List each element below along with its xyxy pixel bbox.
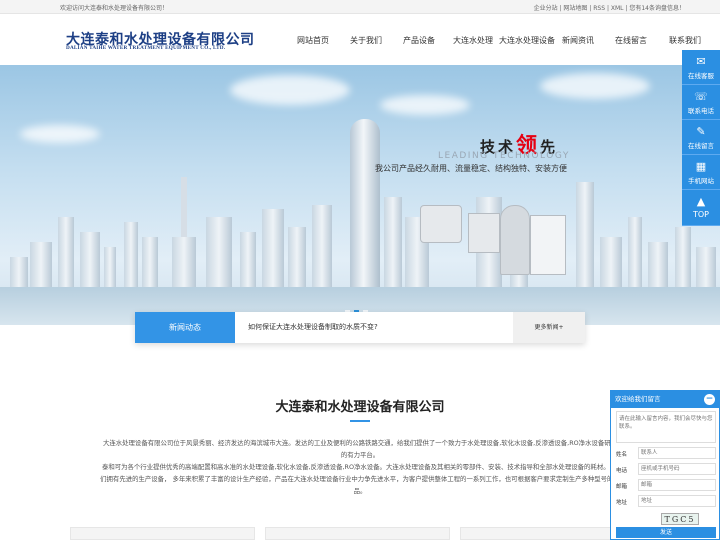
card[interactable] [265, 527, 450, 540]
equipment-pump [420, 205, 462, 243]
nav-news[interactable]: 新闻资讯 [562, 35, 594, 46]
site-header: 大连泰和水处理设备有限公司 DALIAN TAIHE WATER TREATME… [0, 14, 720, 65]
email-label: 邮箱 [616, 484, 628, 490]
building [240, 232, 256, 287]
send-button[interactable]: 发送 [616, 527, 716, 538]
building [288, 227, 306, 287]
news-headline[interactable]: 如何保证大连水处理设备制取的水质不变? [248, 322, 378, 332]
message-content-input[interactable] [616, 411, 716, 443]
building [600, 237, 622, 287]
building [312, 205, 332, 287]
back-to-top-button[interactable]: ▲ TOP [682, 190, 720, 226]
building [142, 237, 158, 287]
more-news-button[interactable]: 更多新闻+ [513, 312, 585, 343]
nav-about[interactable]: 关于我们 [350, 35, 382, 46]
equipment-ro-unit [530, 215, 566, 275]
building [696, 247, 716, 287]
building [576, 182, 594, 287]
nav-water-equipment[interactable]: 大连水处理设备 [499, 35, 555, 46]
building [80, 232, 100, 287]
chat-icon: ✉ [696, 55, 706, 68]
message-widget-title: 欢迎给我们留言 [615, 395, 661, 403]
cloud [380, 95, 470, 115]
mobile-site-button[interactable]: ▦ 手机网站 [682, 155, 720, 190]
top-bar: 欢迎访问大连泰和水处理设备有限公司！ 企业分站 | 网站地图 | RSS | X… [0, 0, 720, 14]
name-label: 姓名 [616, 452, 628, 458]
banner-slogan-english: LEADING TECHNOLOGY [438, 151, 570, 161]
nav-water-treatment[interactable]: 大连水处理 [453, 35, 493, 46]
name-row: 姓名 [616, 447, 716, 460]
building [30, 242, 52, 287]
hero-banner[interactable]: 技术领先 LEADING TECHNOLOGY 我公司产品经久耐用、流量稳定、结… [0, 65, 720, 325]
cloud [540, 73, 650, 99]
card[interactable] [70, 527, 255, 540]
building [172, 237, 196, 287]
nav-message[interactable]: 在线留言 [615, 35, 647, 46]
minimize-icon[interactable]: − [704, 394, 715, 405]
nav-products[interactable]: 产品设备 [403, 35, 435, 46]
online-service-button[interactable]: ✉ 在线客服 [682, 50, 720, 85]
message-widget-header: 欢迎给我们留言 − [611, 391, 719, 408]
phone-label: 电话 [616, 468, 628, 474]
message-button[interactable]: ✎ 在线留言 [682, 120, 720, 155]
cloud [230, 75, 350, 105]
news-label[interactable]: 新闻动态 [135, 312, 235, 343]
building [10, 257, 28, 287]
welcome-text: 欢迎访问大连泰和水处理设备有限公司！ [60, 5, 169, 12]
captcha-image[interactable]: TGC5 [661, 513, 699, 525]
equipment-tank [468, 213, 500, 253]
arrow-up-icon: ▲ [696, 195, 706, 208]
building [206, 217, 232, 287]
building [124, 222, 138, 287]
logo-english: DALIAN TAIHE WATER TREATMENT EQUIPMENT C… [66, 45, 226, 51]
intro-text: 大连水处理设备有限公司位于风景秀丽、经济发达的海滨城市大连。发达的工业及便利的公… [100, 437, 620, 497]
building [628, 217, 642, 287]
message-widget: 欢迎给我们留言 − 姓名 电话 邮箱 地址 TGC5 发送 [610, 390, 720, 540]
title-underline [350, 420, 370, 422]
comment-icon: ✎ [696, 125, 706, 138]
nav-contact[interactable]: 联系我们 [669, 35, 701, 46]
banner-tagline: 我公司产品经久耐用、流量稳定、结构独特、安装方便 [375, 164, 567, 173]
equipment-column [500, 205, 530, 275]
building [104, 247, 116, 287]
email-row: 邮箱 [616, 479, 716, 492]
phone-button[interactable]: ☏ 联系电话 [682, 85, 720, 120]
intro-paragraph-1: 大连水处理设备有限公司位于风景秀丽、经济发达的海滨城市大连。发达的工业及便利的公… [102, 439, 618, 459]
building [648, 242, 668, 287]
intro-paragraph-2: 泰和可为各个行业提供优秀的高端配置和高水准的水处理设备,软化水设备,反渗透设备,… [100, 463, 620, 495]
top-links[interactable]: 企业分站 | 网站地图 | RSS | XML | 您有14条询盘信息！ [534, 3, 685, 12]
main-tower [350, 119, 380, 287]
building [675, 227, 691, 287]
cloud [20, 125, 100, 143]
address-row: 地址 [616, 495, 716, 508]
news-ticker: 新闻动态 如何保证大连水处理设备制取的水质不变? 更多新闻+ [135, 312, 585, 343]
phone-row: 电话 [616, 463, 716, 476]
email-field[interactable] [638, 479, 716, 491]
phone-field[interactable] [638, 463, 716, 475]
name-field[interactable] [638, 447, 716, 459]
building [58, 217, 74, 287]
address-field[interactable] [638, 495, 716, 507]
building [384, 197, 402, 287]
address-label: 地址 [616, 500, 628, 506]
building [262, 209, 284, 287]
phone-icon: ☏ [694, 90, 708, 103]
nav-home[interactable]: 网站首页 [297, 35, 329, 46]
floating-service-bar: ✉ 在线客服 ☏ 联系电话 ✎ 在线留言 ▦ 手机网站 ▲ TOP [682, 50, 720, 226]
qrcode-icon: ▦ [695, 160, 707, 173]
